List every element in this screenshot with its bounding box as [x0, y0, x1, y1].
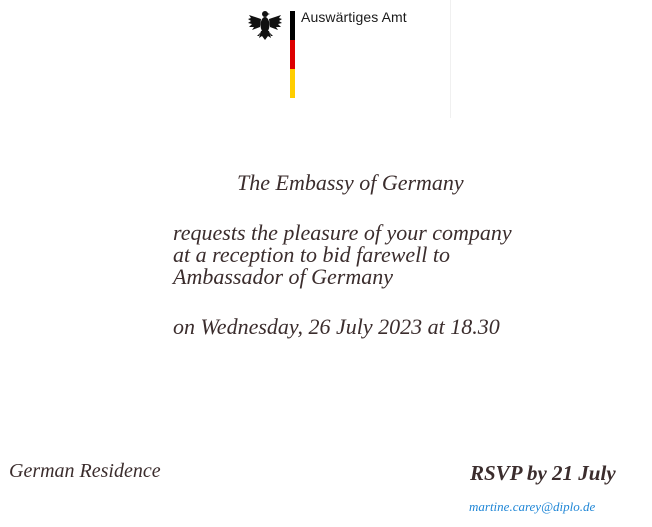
event-datetime: on Wednesday, 26 July 2023 at 18.30: [173, 314, 500, 339]
rsvp-email-link[interactable]: martine.carey@diplo.de: [469, 499, 595, 515]
flag-stripe-red: [290, 40, 295, 69]
body-line: requests the pleasure of your company: [173, 220, 512, 245]
letterhead: Auswärtiges Amt: [0, 0, 652, 120]
letterhead-divider: [450, 0, 451, 118]
body-line: at a reception to bid farewell to: [173, 242, 450, 267]
german-flag-bar: [290, 11, 295, 98]
flag-stripe-black: [290, 11, 295, 40]
invitation-body: requests the pleasure of your company at…: [173, 222, 512, 288]
host-line: The Embassy of Germany: [237, 170, 464, 195]
flag-stripe-gold: [290, 69, 295, 98]
rsvp-deadline: RSVP by 21 July: [470, 461, 616, 485]
venue: German Residence: [9, 460, 161, 482]
org-name: Auswärtiges Amt: [301, 9, 407, 25]
federal-eagle-icon: [247, 9, 283, 45]
body-line: Ambassador of Germany: [173, 264, 393, 289]
